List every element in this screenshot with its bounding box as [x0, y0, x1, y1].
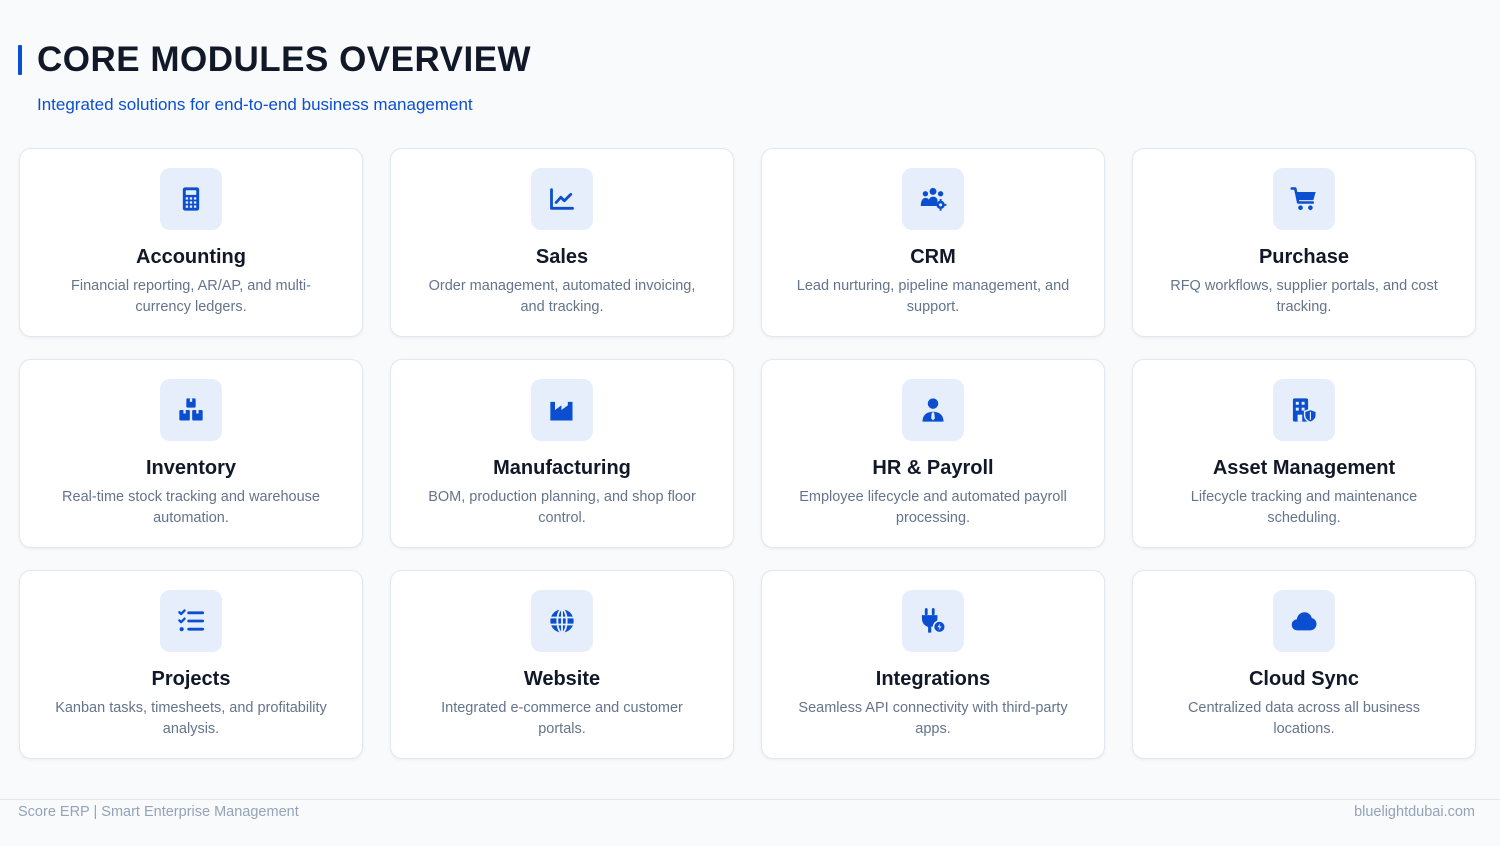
- cloud-icon: [1273, 590, 1335, 652]
- module-title: Website: [523, 668, 601, 690]
- users-gear-icon: [902, 168, 964, 230]
- module-title: Inventory: [145, 457, 237, 479]
- module-card-hr-payroll[interactable]: HR & Payroll Employee lifecycle and auto…: [761, 359, 1105, 548]
- module-description: Financial reporting, AR/AP, and multi-cu…: [71, 278, 311, 315]
- module-title: HR & Payroll: [872, 457, 994, 479]
- user-tie-icon: [902, 379, 964, 441]
- page-title: CORE MODULES OVERVIEW: [37, 40, 532, 79]
- module-title: Asset Management: [1212, 457, 1396, 479]
- module-description: Centralized data across all business loc…: [1187, 700, 1421, 737]
- module-card-cloud-sync[interactable]: Cloud Sync Centralized data across all b…: [1132, 570, 1476, 759]
- page-header: CORE MODULES OVERVIEW Integrated solutio…: [18, 40, 531, 116]
- module-description: RFQ workflows, supplier portals, and cos…: [1170, 278, 1438, 315]
- module-card-purchase[interactable]: Purchase RFQ workflows, supplier portals…: [1132, 148, 1476, 337]
- footer-brand: Score ERP | Smart Enterprise Management: [18, 804, 299, 820]
- module-title: Accounting: [136, 246, 246, 268]
- module-description: Seamless API connectivity with third-par…: [798, 700, 1068, 737]
- footer-divider: [0, 799, 1500, 800]
- list-check-icon: [160, 590, 222, 652]
- module-description: Integrated e-commerce and customer porta…: [441, 700, 683, 737]
- module-description: Real-time stock tracking and warehouse a…: [62, 489, 320, 526]
- building-shield-icon: [1273, 379, 1335, 441]
- module-description: Kanban tasks, timesheets, and profitabil…: [55, 700, 327, 737]
- module-title: Manufacturing: [493, 457, 631, 479]
- cart-icon: [1273, 168, 1335, 230]
- page-subtitle: Integrated solutions for end-to-end busi…: [37, 95, 473, 114]
- module-title: Purchase: [1258, 246, 1350, 268]
- module-description: Lead nurturing, pipeline management, and…: [796, 278, 1070, 315]
- module-title: Integrations: [875, 668, 991, 690]
- module-card-asset-management[interactable]: Asset Management Lifecycle tracking and …: [1132, 359, 1476, 548]
- module-card-accounting[interactable]: Accounting Financial reporting, AR/AP, a…: [19, 148, 363, 337]
- module-card-crm[interactable]: CRM Lead nurturing, pipeline management,…: [761, 148, 1105, 337]
- plug-bolt-icon: [902, 590, 964, 652]
- boxes-icon: [160, 379, 222, 441]
- module-card-projects[interactable]: Projects Kanban tasks, timesheets, and p…: [19, 570, 363, 759]
- footer-website[interactable]: bluelightdubai.com: [1354, 803, 1475, 821]
- module-description: Order management, automated invoicing, a…: [428, 278, 696, 315]
- module-card-inventory[interactable]: Inventory Real-time stock tracking and w…: [19, 359, 363, 548]
- module-title: Cloud Sync: [1248, 668, 1359, 690]
- module-description: BOM, production planning, and shop floor…: [428, 489, 696, 526]
- globe-icon: [531, 590, 593, 652]
- title-row: CORE MODULES OVERVIEW: [18, 40, 531, 80]
- module-description: Lifecycle tracking and maintenance sched…: [1190, 489, 1418, 526]
- module-description: Employee lifecycle and automated payroll…: [799, 489, 1067, 526]
- module-title: CRM: [910, 246, 956, 268]
- module-title: Projects: [151, 668, 231, 690]
- module-card-website[interactable]: Website Integrated e-commerce and custom…: [390, 570, 734, 759]
- calculator-icon: [160, 168, 222, 230]
- modules-grid: Accounting Financial reporting, AR/AP, a…: [19, 148, 1476, 759]
- module-card-sales[interactable]: Sales Order management, automated invoic…: [390, 148, 734, 337]
- module-card-integrations[interactable]: Integrations Seamless API connectivity w…: [761, 570, 1105, 759]
- industry-icon: [531, 379, 593, 441]
- module-card-manufacturing[interactable]: Manufacturing BOM, production planning, …: [390, 359, 734, 548]
- chart-line-icon: [531, 168, 593, 230]
- module-title: Sales: [535, 246, 589, 268]
- title-accent-bar: [18, 45, 22, 75]
